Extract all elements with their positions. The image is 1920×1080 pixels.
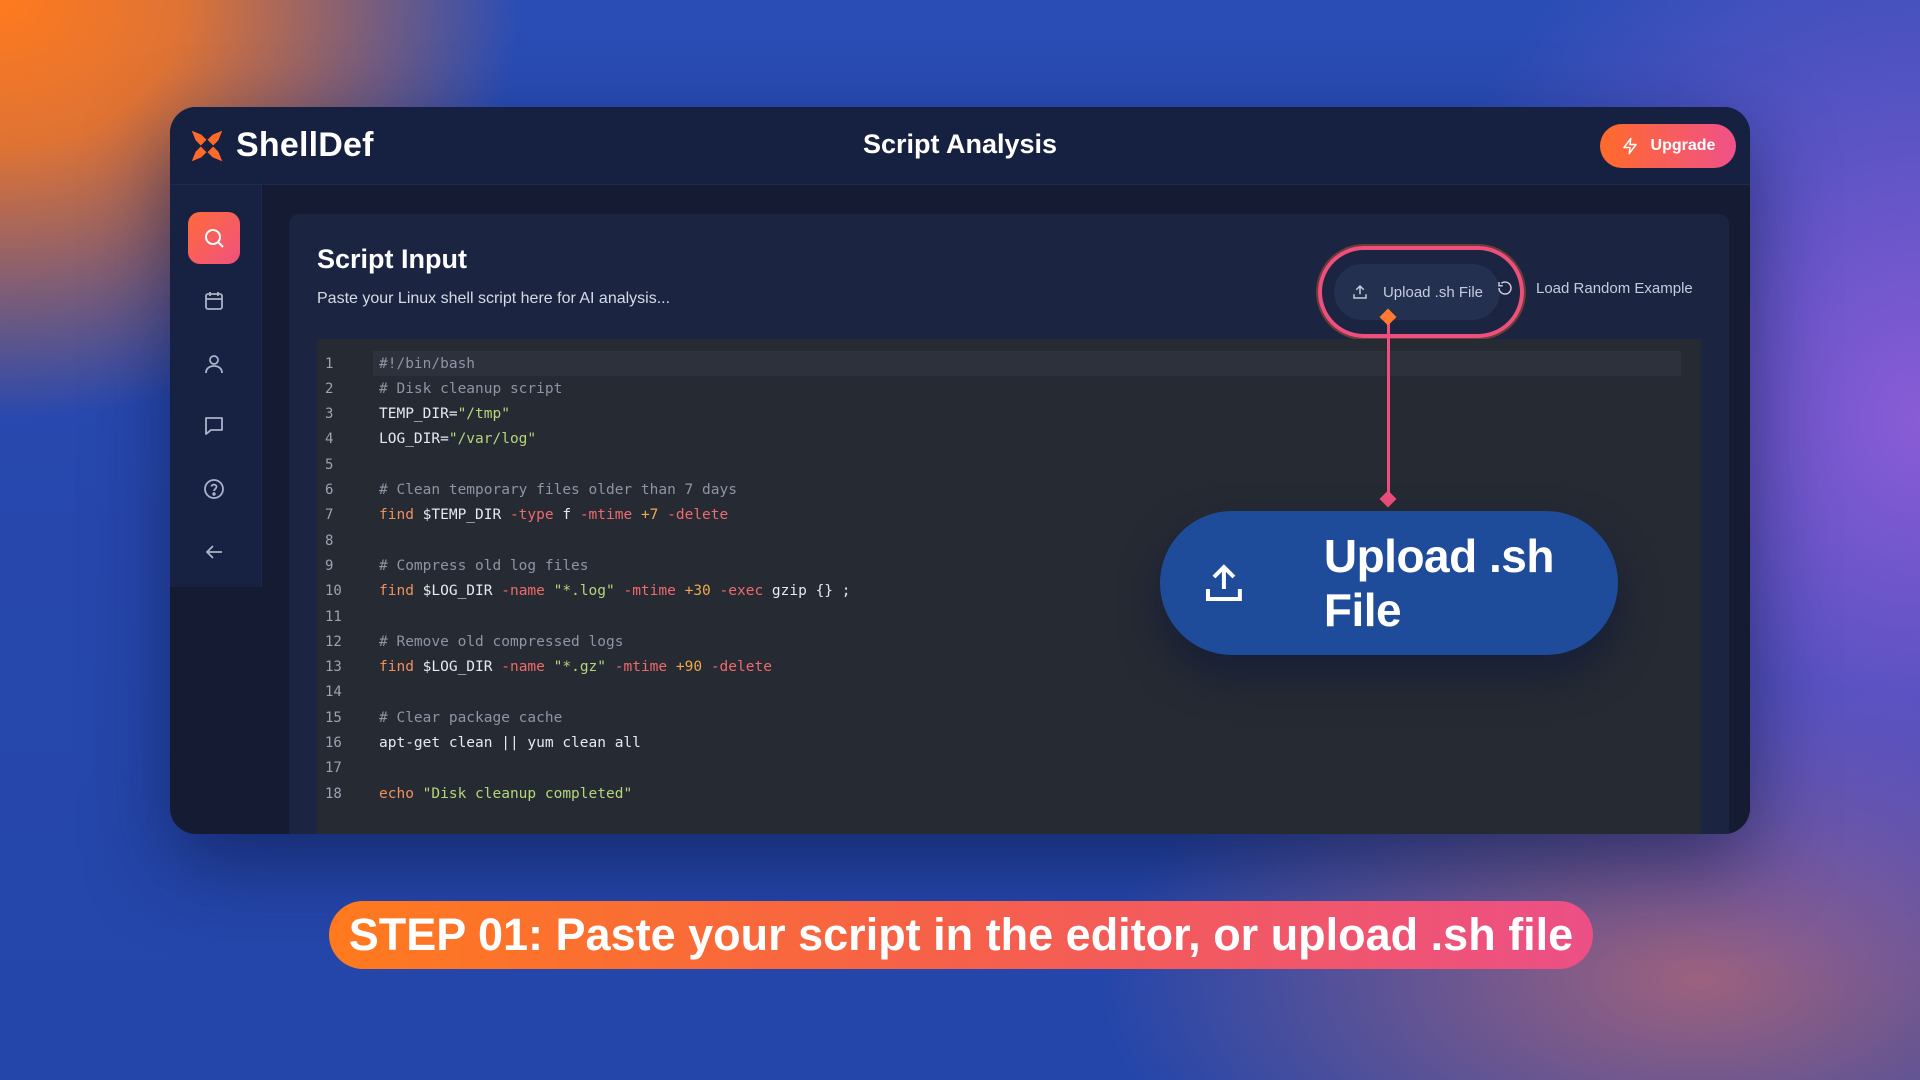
line-number: 15: [325, 709, 342, 726]
sidebar-item-help[interactable]: [188, 463, 240, 515]
help-icon: [204, 479, 224, 499]
line-number: 11: [325, 608, 342, 625]
code-line: 1 #!/bin/bash: [317, 351, 1701, 376]
calendar-icon: [205, 292, 223, 310]
code-text: # Disk cleanup script: [379, 380, 563, 397]
code-line: 2 # Disk cleanup script: [317, 376, 1701, 401]
code-line: 3 TEMP_DIR="/tmp": [317, 402, 1701, 427]
sidebar-item-back[interactable]: [188, 526, 240, 578]
upload-callout-button: Upload .sh File: [1160, 511, 1618, 655]
code-text: LOG_DIR="/var/log": [379, 431, 537, 448]
code-line: 4 LOG_DIR="/var/log": [317, 427, 1701, 452]
line-number: 10: [325, 583, 342, 600]
load-random-example-button[interactable]: Load Random Example: [1496, 279, 1693, 297]
code-text: echo "Disk cleanup completed": [379, 785, 633, 802]
card-title: Script Input: [317, 244, 467, 274]
line-number: 17: [325, 760, 342, 777]
sidebar-item-user[interactable]: [188, 338, 240, 390]
user-icon: [205, 355, 223, 374]
line-number: 5: [325, 456, 334, 473]
line-number: 7: [325, 507, 334, 524]
code-line: 18 echo "Disk cleanup completed": [317, 781, 1701, 806]
chat-icon: [205, 417, 223, 435]
code-text: find $LOG_DIR -name "*.log" -mtime +30 -…: [379, 583, 851, 600]
line-number: 2: [325, 380, 334, 397]
code-line: 6 # Clean temporary files older than 7 da…: [317, 478, 1701, 503]
arrow-left-icon: [205, 545, 222, 559]
code-line: 14: [317, 680, 1701, 705]
card-subtitle: Paste your Linux shell script here for A…: [317, 290, 671, 307]
upgrade-button[interactable]: Upgrade: [1600, 124, 1736, 168]
upgrade-label: Upgrade: [1650, 137, 1716, 154]
upload-sh-button[interactable]: Upload .sh File: [1334, 264, 1500, 320]
code-text: find $LOG_DIR -name "*.gz" -mtime +90 -d…: [379, 659, 772, 676]
page-title: Script Analysis: [862, 129, 1058, 159]
line-number: 12: [325, 633, 342, 650]
code-text: # Clean temporary files older than 7 day…: [379, 482, 737, 498]
upload-icon: [1353, 284, 1367, 299]
sidebar: [170, 185, 262, 587]
line-number: 4: [325, 431, 334, 448]
sidebar-item-calendar[interactable]: [188, 275, 240, 327]
line-number: 9: [325, 557, 334, 574]
lightning-icon: [1622, 137, 1637, 155]
code-line: 17: [317, 756, 1701, 781]
current-line-highlight: [373, 351, 1681, 376]
step-banner: STEP 01: Paste your script in the editor…: [329, 901, 1593, 969]
code-line: 5: [317, 452, 1701, 477]
code-line: 16 apt-get clean || yum clean all: [317, 731, 1701, 756]
line-number: 3: [325, 406, 334, 423]
upload-sh-label: Upload .sh File: [1382, 283, 1484, 301]
upload-callout-label: Upload .sh File: [1323, 530, 1555, 636]
sidebar-item-messages[interactable]: [188, 400, 240, 452]
code-line: 15 # Clear package cache: [317, 705, 1701, 730]
code-text: TEMP_DIR="/tmp": [379, 406, 510, 423]
code-text: # Remove old compressed logs: [379, 633, 624, 650]
sidebar-item-search[interactable]: [188, 212, 240, 264]
line-number: 14: [325, 684, 342, 701]
app-window: ShellDef Script Analysis Upgrade Script …: [170, 107, 1750, 834]
code-text: find $TEMP_DIR -type f -mtime +7 -delete: [379, 507, 729, 524]
load-random-label: Load Random Example: [1536, 279, 1693, 297]
main-content: Script Input Paste your Linux shell scri…: [262, 185, 1750, 834]
line-number: 16: [325, 735, 342, 751]
line-number: 8: [325, 532, 334, 549]
code-text: # Compress old log files: [379, 557, 589, 574]
refresh-icon: [1498, 281, 1512, 295]
top-bar: ShellDef Script Analysis Upgrade: [170, 107, 1750, 185]
callout-connector-line: [1387, 316, 1390, 499]
code-text: apt-get clean || yum clean all: [379, 735, 641, 751]
code-line: 13 find $LOG_DIR -name "*.gz" -mtime +90 …: [317, 655, 1701, 680]
line-number: 1: [325, 355, 334, 372]
search-icon: [205, 229, 224, 248]
line-number: 18: [325, 785, 342, 802]
line-number: 13: [325, 659, 342, 676]
code-text: #!/bin/bash: [379, 355, 476, 372]
line-number: 6: [325, 482, 334, 498]
code-text: # Clear package cache: [379, 709, 563, 726]
upload-icon: [1205, 564, 1242, 601]
